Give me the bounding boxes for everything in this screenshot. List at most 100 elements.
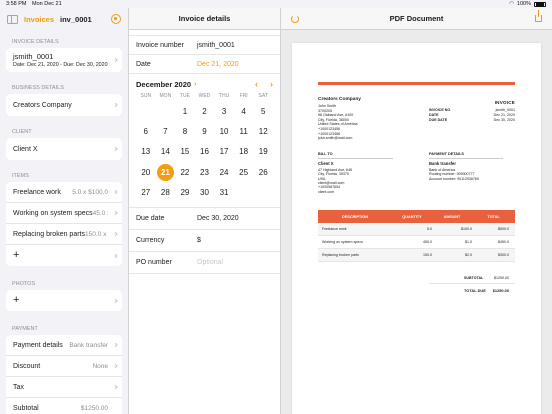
calendar-day[interactable]: 9: [195, 121, 215, 141]
po-number-input[interactable]: Optional: [197, 259, 223, 266]
calendar-day[interactable]: 29: [175, 183, 195, 203]
section-label-business: BUSINESS DETAILS: [12, 85, 64, 91]
details-nav-bar: Invoice details: [129, 8, 280, 30]
section-label-client: CLIENT: [12, 129, 32, 135]
previous-month-icon[interactable]: ‹: [255, 79, 258, 89]
calendar-day[interactable]: 28: [156, 183, 176, 203]
chevron-right-icon: [113, 57, 118, 63]
calendar-day[interactable]: 18: [234, 142, 254, 162]
calendar-day[interactable]: 23: [195, 162, 215, 182]
date-value[interactable]: Dec 21, 2020: [197, 61, 239, 68]
refresh-icon[interactable]: [291, 14, 299, 23]
client-row[interactable]: Client X: [6, 138, 122, 160]
chevron-right-icon[interactable]: ›: [194, 81, 196, 88]
due-date-row[interactable]: Due date Dec 30, 2020: [129, 208, 280, 230]
pdf-table-header-cell: AMOUNT: [443, 214, 461, 219]
invoice-number-field[interactable]: jsmith_0001: [197, 42, 235, 49]
invoice-details-group: jsmith_0001 Date: Dec 21, 2020 - Due: De…: [6, 48, 122, 72]
pdf-page[interactable]: Creators Company John Smith 3700205 98 O…: [292, 43, 541, 414]
discount-row[interactable]: Discount None: [6, 356, 122, 377]
invoice-details-row[interactable]: jsmith_0001 Date: Dec 21, 2020 - Due: De…: [6, 48, 122, 72]
tax-row[interactable]: Tax: [6, 377, 122, 398]
chevron-right-icon: [113, 231, 118, 237]
calendar-day[interactable]: 31: [214, 183, 234, 203]
payment-details-row[interactable]: Payment details Bank transfer: [6, 335, 122, 356]
calendar-day[interactable]: 5: [253, 101, 273, 121]
due-date-value[interactable]: Dec 30, 2020: [197, 215, 239, 222]
next-month-icon[interactable]: ›: [270, 79, 273, 89]
plus-icon: +: [13, 249, 20, 261]
calendar-day[interactable]: 15: [175, 142, 195, 162]
chevron-right-icon: [113, 342, 118, 348]
item-value: 45.0 x $1.0: [92, 209, 108, 217]
calendar-day[interactable]: 13: [136, 142, 156, 162]
invoice-number-row[interactable]: Invoice number jsmith_0001: [129, 35, 280, 55]
add-item-button[interactable]: +: [6, 245, 122, 266]
calendar-day[interactable]: 1: [175, 101, 195, 121]
pdf-total-label: TOTAL DUE: [464, 287, 486, 293]
item-row[interactable]: Freelance work 5.0 x $100.0: [6, 182, 122, 203]
share-icon[interactable]: [535, 10, 542, 22]
section-label-payment: PAYMENT: [12, 326, 38, 332]
weekday-label: SUN: [140, 93, 152, 99]
calendar-day[interactable]: 30: [195, 183, 215, 203]
calendar-day[interactable]: 16: [195, 142, 215, 162]
payment-row-label: Discount: [13, 362, 41, 370]
pdf-table-cell: $450.0: [498, 240, 509, 244]
po-number-row[interactable]: PO number Optional: [129, 252, 280, 274]
pdf-bill-to-label: BILL TO: [318, 152, 393, 160]
date-label: Date: [136, 60, 151, 68]
pdf-table-cell: 5.0: [427, 227, 432, 231]
sidebar-toggle-icon[interactable]: [7, 14, 18, 24]
status-date: Mon Dec 21: [32, 1, 62, 7]
pdf-pane: PDF Document Creators Company John Smith…: [281, 8, 552, 414]
calendar-day[interactable]: 25: [234, 162, 254, 182]
chevron-right-icon: [113, 210, 118, 216]
weekday-label: SAT: [258, 93, 268, 99]
item-row[interactable]: Replacing broken parts 150.0 x $1.0: [6, 224, 122, 245]
subtotal-row: Subtotal $1250.00: [6, 398, 122, 414]
payment-row-value: $1250.00: [80, 405, 108, 412]
sidebar-nav-bar: Invoices inv_0001: [0, 8, 128, 30]
calendar-day[interactable]: 19: [253, 142, 273, 162]
battery-icon: [534, 1, 546, 7]
calendar-month[interactable]: December 2020: [136, 80, 191, 89]
calendar-day[interactable]: 17: [214, 142, 234, 162]
pdf-meta-value: Dec 30, 2020: [493, 118, 515, 122]
calendar-header: December 2020 › ‹ ›: [136, 77, 273, 91]
calendar-day[interactable]: 11: [234, 121, 254, 141]
calendar-day[interactable]: 7: [156, 121, 176, 141]
calendar-day-selected[interactable]: 21: [156, 162, 176, 182]
business-row[interactable]: Creators Company: [6, 94, 122, 116]
pdf-subtotal-label: SUBTOTAL: [464, 275, 484, 280]
add-photo-button[interactable]: +: [6, 290, 122, 311]
item-name: Replacing broken parts: [13, 230, 85, 238]
calendar-day[interactable]: 6: [136, 121, 156, 141]
pdf-payment-label: PAYMENT DETAILS: [429, 152, 503, 160]
date-row[interactable]: Date Dec 21, 2020: [129, 55, 280, 74]
calendar-day[interactable]: 24: [214, 162, 234, 182]
item-row[interactable]: Working on system specs 45.0 x $1.0: [6, 203, 122, 224]
pdf-title: PDF Document: [389, 14, 444, 23]
gear-icon[interactable]: [111, 14, 121, 24]
calendar-day[interactable]: 12: [253, 121, 273, 141]
chevron-right-icon: [113, 363, 118, 369]
calendar-day[interactable]: 20: [136, 162, 156, 182]
calendar-day[interactable]: 14: [156, 142, 176, 162]
calendar-day[interactable]: 3: [214, 101, 234, 121]
pdf-subtotal-row: SUBTOTAL $1250.00: [429, 272, 515, 284]
chevron-right-icon: [113, 189, 118, 195]
calendar-day[interactable]: 22: [175, 162, 195, 182]
calendar-day[interactable]: 2: [195, 101, 215, 121]
currency-value[interactable]: $: [197, 237, 201, 244]
sidebar: Invoices inv_0001 INVOICE DETAILS jsmith…: [0, 8, 129, 414]
calendar-day[interactable]: 4: [234, 101, 254, 121]
calendar-day[interactable]: 27: [136, 183, 156, 203]
invoices-back-link[interactable]: Invoices: [24, 15, 54, 24]
calendar-day[interactable]: 8: [175, 121, 195, 141]
calendar-day[interactable]: 26: [253, 162, 273, 182]
currency-row[interactable]: Currency $: [129, 230, 280, 252]
calendar-day[interactable]: 10: [214, 121, 234, 141]
pdf-accent-bar: [318, 82, 515, 85]
pdf-bill-to-name: Client X: [318, 161, 334, 167]
